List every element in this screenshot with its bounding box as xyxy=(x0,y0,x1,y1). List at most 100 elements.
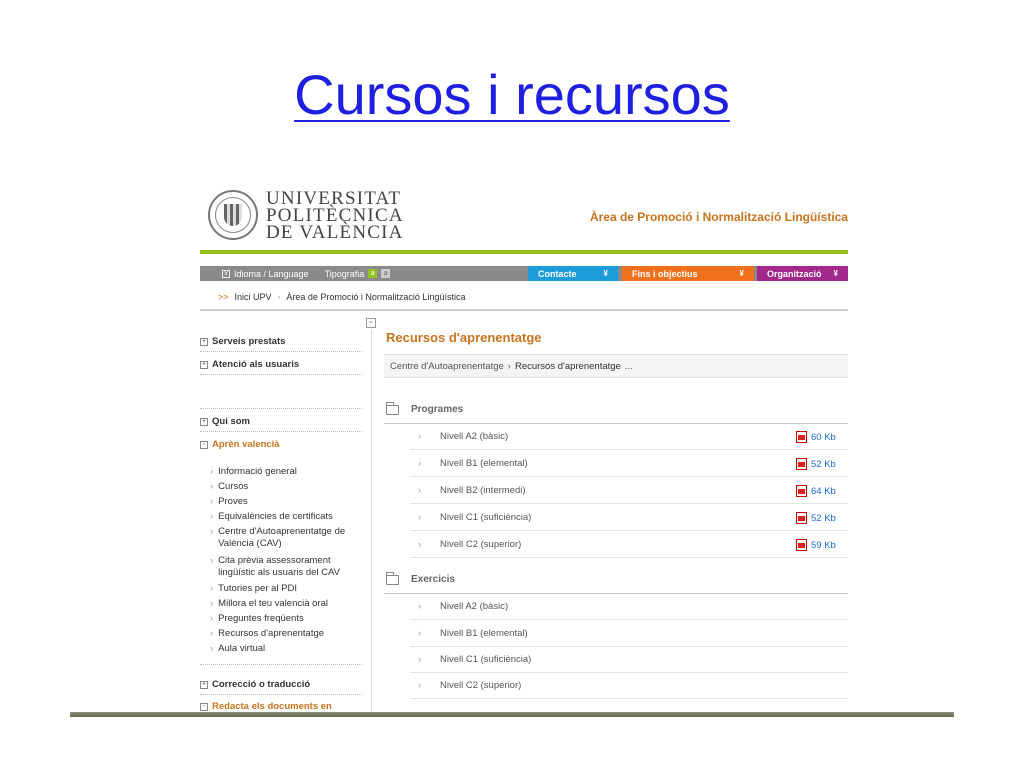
sidebar-item-label: Aprèn valencià xyxy=(212,439,280,450)
tab-org-label: Organització xyxy=(767,268,822,279)
expand-icon: + xyxy=(200,337,208,346)
breadcrumb-divider xyxy=(200,309,848,311)
tab-fins-objectius[interactable]: Fins i objectius ¥ xyxy=(622,266,754,281)
sidebar-item-label: Qui som xyxy=(212,416,251,427)
sidebar-subitem[interactable]: › Recursos d'aprenentatge xyxy=(210,628,360,640)
pdf-download-link[interactable]: 52 Kb xyxy=(796,458,836,470)
content-breadcrumb: Centre d'Autoaprenentatge › Recursos d'a… xyxy=(384,354,848,378)
sidebar-subitem[interactable]: › Millora el teu valencià oral xyxy=(210,598,360,610)
typography-label: Tipografia xyxy=(324,268,365,279)
section-title: Programes xyxy=(411,404,464,415)
sidebar-separator xyxy=(200,664,362,665)
sidebar-item-serveis[interactable]: + Serveis prestats xyxy=(200,336,362,352)
pdf-download-link[interactable]: 59 Kb xyxy=(796,539,836,551)
content-breadcrumb-current: Recursos d'aprenentatge xyxy=(514,360,621,372)
chevron-right-icon: › xyxy=(418,680,422,691)
tab-organitzacio[interactable]: Organització ¥ xyxy=(757,266,848,281)
sidebar-item-qui-som[interactable]: + Qui som xyxy=(200,416,362,432)
list-item-label: Nivell B1 (elemental) xyxy=(440,628,528,639)
section-exercicis: Exercicis xyxy=(386,571,455,585)
content-breadcrumb-separator: › xyxy=(507,360,511,372)
pdf-icon xyxy=(796,431,807,443)
list-item[interactable]: › Nivell A2 (bàsic) 60 Kb xyxy=(410,424,848,450)
collapse-icon: - xyxy=(200,440,208,449)
list-item[interactable]: › Nivell B2 (intermedi) 64 Kb xyxy=(410,478,848,504)
website-screenshot: UNIVERSITAT POLITÈCNICA DE VALÈNCIA Àrea… xyxy=(200,178,848,713)
chevron-down-icon: ¥ xyxy=(833,269,838,278)
collapse-sidebar-icon[interactable]: ⇔ xyxy=(366,318,376,328)
sidebar-subitem[interactable]: › Equivalències de certificats xyxy=(210,511,360,523)
content-breadcrumb-more: ... xyxy=(624,360,633,372)
chevron-right-icon: › xyxy=(418,485,422,496)
chevron-right-icon: › xyxy=(418,628,422,639)
list-item[interactable]: › Nivell C1 (suficiència) xyxy=(410,647,848,673)
slide-floor-line xyxy=(70,712,954,717)
breadcrumb-separator-icon: ▫ xyxy=(277,292,281,302)
chevron-right-icon: › xyxy=(418,601,422,612)
list-item[interactable]: › Nivell C1 (suficiència) 52 Kb xyxy=(410,505,848,531)
sidebar-subitem[interactable]: › Centre d'Autoaprenentatge de València (… xyxy=(210,526,360,550)
tab-fins-label: Fins i objectius xyxy=(632,268,698,279)
expand-icon: + xyxy=(200,417,208,426)
language-toggle-icon[interactable]: ∨ xyxy=(222,269,230,278)
sidebar-subitem[interactable]: › Cursos xyxy=(210,481,360,493)
list-item-label: Nivell B1 (elemental) xyxy=(440,458,528,469)
content-breadcrumb-parent[interactable]: Centre d'Autoaprenentatge xyxy=(390,361,504,372)
site-header: UNIVERSITAT POLITÈCNICA DE VALÈNCIA Àrea… xyxy=(200,178,848,250)
pdf-download-link[interactable]: 60 Kb xyxy=(796,431,836,443)
slide-title[interactable]: Cursos i recursos xyxy=(0,62,1024,127)
sidebar-item-correccio[interactable]: + Correcció o traducció xyxy=(200,679,362,695)
pdf-download-link[interactable]: 64 Kb xyxy=(796,485,836,497)
language-link[interactable]: Idioma / Language xyxy=(234,269,309,279)
list-item[interactable]: › Nivell B1 (elemental) 52 Kb xyxy=(410,451,848,477)
pdf-icon xyxy=(796,512,807,524)
list-item-label: Nivell C1 (suficiència) xyxy=(440,654,532,665)
list-item-label: Nivell C1 (suficiència) xyxy=(440,512,532,523)
sidebar-subitem[interactable]: › Preguntes freqüents xyxy=(210,613,360,625)
section-title: Exercicis xyxy=(411,574,455,585)
folder-icon xyxy=(386,571,399,585)
list-item-label: Nivell C2 (superior) xyxy=(440,539,522,550)
header-divider xyxy=(200,250,848,254)
sidebar-item-apren-valencia[interactable]: - Aprèn valencià xyxy=(200,439,362,454)
breadcrumb-home-link[interactable]: Inici UPV xyxy=(235,292,272,302)
sidebar-subitem[interactable]: › Proves xyxy=(210,496,360,508)
sidebar-subitem[interactable]: › Aula virtual xyxy=(210,643,360,655)
sidebar-item-atencio[interactable]: + Atenció als usuaris xyxy=(200,359,362,375)
tab-contacte-label: Contacte xyxy=(538,268,577,279)
breadcrumb: >> Inici UPV ▫ Àrea de Promoció i Normal… xyxy=(218,292,465,302)
list-item[interactable]: › Nivell A2 (bàsic) xyxy=(410,594,848,620)
sidebar-divider xyxy=(371,330,372,713)
sidebar-subitem[interactable]: › Informació general xyxy=(210,466,360,478)
typography-large-button[interactable]: a xyxy=(381,269,391,278)
list-item-label: Nivell A2 (bàsic) xyxy=(440,431,509,442)
list-item-label: Nivell C2 (superior) xyxy=(440,680,522,691)
area-title[interactable]: Àrea de Promoció i Normalització Lingüís… xyxy=(590,210,848,224)
chevron-down-icon: ¥ xyxy=(603,269,608,278)
sidebar-item-label: Serveis prestats xyxy=(212,336,286,347)
section-programes: Programes xyxy=(386,401,464,415)
sidebar-subitem[interactable]: › Cita prèvia assessorament lingüístic al… xyxy=(210,555,360,579)
pdf-download-link[interactable]: 52 Kb xyxy=(796,512,836,524)
content-title: Recursos d'aprenentatge xyxy=(386,330,542,345)
sidebar-item-label: Atenció als usuaris xyxy=(212,359,300,370)
sidebar-item-label: Correcció o traducció xyxy=(212,679,311,690)
collapse-icon: - xyxy=(200,702,208,711)
typography-small-button[interactable]: a xyxy=(368,269,378,278)
list-item[interactable]: › Nivell C2 (superior) 59 Kb xyxy=(410,532,848,558)
sidebar-item-label: Redacta els documents en xyxy=(212,701,332,712)
folder-icon xyxy=(386,401,399,415)
university-seal-icon[interactable] xyxy=(208,190,258,240)
nav-left-group: ∨ Idioma / Language Tipografia a a xyxy=(222,266,391,281)
list-item[interactable]: › Nivell C2 (superior) xyxy=(410,673,848,699)
pdf-icon xyxy=(796,458,807,470)
tab-contacte[interactable]: Contacte ¥ xyxy=(528,266,618,281)
breadcrumb-arrow-icon: >> xyxy=(218,292,229,302)
chevron-down-icon: ¥ xyxy=(739,269,744,278)
list-item[interactable]: › Nivell B1 (elemental) xyxy=(410,621,848,647)
top-navbar: ∨ Idioma / Language Tipografia a a Conta… xyxy=(200,266,848,281)
sidebar-subitem[interactable]: › Tutories per al PDI xyxy=(210,583,360,595)
university-name[interactable]: UNIVERSITAT POLITÈCNICA DE VALÈNCIA xyxy=(266,189,404,242)
chevron-right-icon: › xyxy=(418,458,422,469)
breadcrumb-current[interactable]: Àrea de Promoció i Normalització Lingüís… xyxy=(286,292,465,302)
